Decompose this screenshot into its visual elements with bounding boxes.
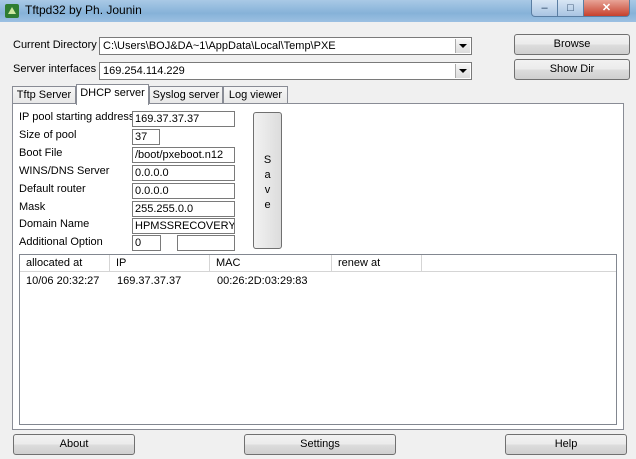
column-header-allocated-at[interactable]: allocated at: [20, 255, 110, 272]
column-header-ip[interactable]: IP: [110, 255, 210, 272]
column-header-mac[interactable]: MAC: [210, 255, 332, 272]
help-button[interactable]: Help: [505, 434, 627, 455]
table-row[interactable]: 10/06 20:32:27 169.37.37.37 00:26:2D:03:…: [20, 273, 616, 289]
show-dir-button[interactable]: Show Dir: [514, 59, 630, 80]
cell-allocated-at: 10/06 20:32:27: [26, 275, 100, 287]
domain-name-label: Domain Name: [19, 218, 90, 230]
pool-size-label: Size of pool: [19, 129, 77, 141]
about-button[interactable]: About: [13, 434, 135, 455]
save-char: v: [264, 184, 271, 196]
column-header-renew-at[interactable]: renew at: [332, 255, 422, 272]
pool-size-input[interactable]: 37: [132, 129, 160, 145]
ip-pool-input[interactable]: 169.37.37.37: [132, 111, 235, 127]
cell-ip: 169.37.37.37: [117, 275, 182, 287]
minimize-icon: –: [541, 2, 548, 14]
current-directory-value: C:\Users\BOJ&DA~1\AppData\Local\Temp\PXE: [103, 40, 336, 52]
minimize-button[interactable]: –: [531, 0, 558, 17]
additional-option-label: Additional Option: [19, 236, 103, 248]
default-router-input[interactable]: 0.0.0.0: [132, 183, 235, 199]
boot-file-input[interactable]: /boot/pxeboot.n12: [132, 147, 235, 163]
additional-option-number-input[interactable]: 0: [132, 235, 161, 251]
save-char: a: [264, 169, 271, 181]
tftpd32-window: Tftpd32 by Ph. Jounin – □ ✕ Current Dire…: [0, 0, 636, 459]
current-directory-label: Current Directory: [13, 39, 97, 51]
wins-dns-input[interactable]: 0.0.0.0: [132, 165, 235, 181]
save-char: e: [264, 199, 271, 211]
title-bar[interactable]: Tftpd32 by Ph. Jounin – □ ✕: [0, 0, 636, 22]
current-directory-combo[interactable]: C:\Users\BOJ&DA~1\AppData\Local\Temp\PXE: [99, 37, 472, 55]
tab-dhcp-server[interactable]: DHCP server: [76, 84, 149, 105]
close-button[interactable]: ✕: [583, 0, 630, 17]
server-interfaces-label: Server interfaces: [13, 63, 97, 75]
server-interfaces-combo[interactable]: 169.254.114.229: [99, 62, 472, 80]
browse-button[interactable]: Browse: [514, 34, 630, 55]
maximize-icon: □: [567, 2, 574, 14]
save-char: S: [263, 154, 272, 166]
column-header-filler: [422, 255, 616, 272]
boot-file-label: Boot File: [19, 147, 63, 159]
default-router-label: Default router: [19, 183, 86, 195]
chevron-down-icon[interactable]: [455, 64, 470, 78]
server-interfaces-value: 169.254.114.229: [103, 65, 185, 77]
lease-list[interactable]: allocated at IP MAC renew at 10/06 20:32…: [19, 254, 617, 425]
ip-pool-label: IP pool starting address: [19, 111, 135, 123]
chevron-down-icon[interactable]: [455, 39, 470, 53]
domain-name-input[interactable]: HPMSSRECOVERY: [132, 218, 235, 234]
close-icon: ✕: [601, 2, 612, 14]
mask-input[interactable]: 255.255.0.0: [132, 201, 235, 217]
maximize-button[interactable]: □: [557, 0, 584, 17]
save-button-label: S a v e: [254, 153, 281, 213]
additional-option-value-input[interactable]: [177, 235, 235, 251]
window-title: Tftpd32 by Ph. Jounin: [25, 3, 142, 17]
wins-dns-label: WINS/DNS Server: [19, 165, 110, 177]
save-button[interactable]: S a v e: [253, 112, 282, 249]
cell-mac: 00:26:2D:03:29:83: [217, 275, 308, 287]
app-icon: [5, 4, 19, 18]
settings-button[interactable]: Settings: [244, 434, 396, 455]
mask-label: Mask: [19, 201, 46, 213]
